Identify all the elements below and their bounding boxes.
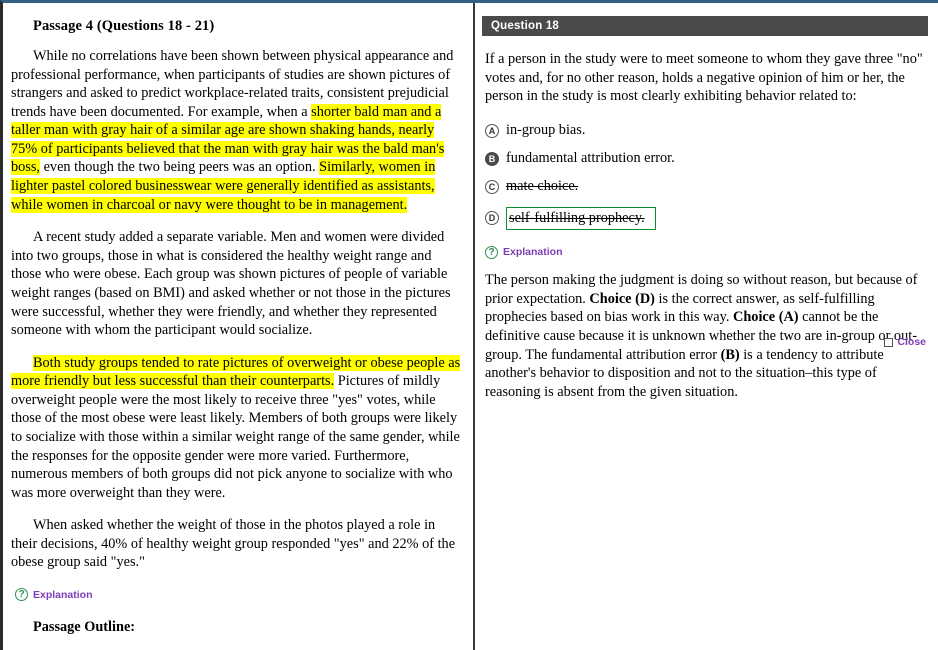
- choice-bubble-icon[interactable]: C: [485, 180, 499, 195]
- explanation-emphasis: Choice (A): [733, 309, 799, 326]
- question-explanation-toggle[interactable]: ? Explanation: [485, 245, 930, 259]
- answer-choice-d[interactable]: Dself-fulfilling prophecy.: [485, 206, 930, 230]
- answer-choice-b[interactable]: Bfundamental attribution error.: [485, 150, 930, 167]
- question-circle-icon: ?: [15, 588, 28, 602]
- choice-bubble-icon[interactable]: D: [485, 211, 499, 226]
- close-checkbox-icon: [884, 337, 894, 347]
- passage-body: While no correlations have been shown be…: [11, 47, 463, 572]
- passage-paragraph: A recent study added a separate variable…: [11, 228, 463, 339]
- answer-choice-a[interactable]: Ain-group bias.: [485, 122, 930, 139]
- passage-explanation-toggle[interactable]: ? Explanation: [15, 588, 463, 602]
- passage-paragraph: Both study groups tended to rate picture…: [11, 354, 463, 503]
- close-button[interactable]: Close: [884, 336, 926, 348]
- choice-bubble-icon[interactable]: B: [485, 151, 499, 166]
- question-pane: Question 18 If a person in the study wer…: [475, 3, 938, 650]
- passage-text: Pictures of mildly overweight people wer…: [11, 373, 460, 501]
- passage-paragraph: When asked whether the weight of those i…: [11, 516, 463, 572]
- question-circle-icon: ?: [485, 245, 498, 259]
- close-label: Close: [897, 336, 926, 348]
- exam-review-window: Passage 4 (Questions 18 - 21) While no c…: [0, 0, 938, 650]
- choice-bubble-icon[interactable]: A: [485, 123, 499, 138]
- question-stem: If a person in the study were to meet so…: [485, 51, 923, 105]
- choice-text[interactable]: mate choice.: [506, 178, 578, 195]
- passage-pane: Passage 4 (Questions 18 - 21) While no c…: [3, 3, 475, 650]
- passage-title: Passage 4 (Questions 18 - 21): [33, 18, 215, 34]
- passage-text: even though the two being peers was an o…: [40, 159, 320, 176]
- passage-explanation-label: Explanation: [33, 588, 93, 601]
- answer-choices: Ain-group bias. Bfundamental attribution …: [485, 122, 930, 230]
- question-explanation-body: The person making the judgment is doing …: [485, 271, 924, 402]
- answer-choice-c[interactable]: Cmate choice.: [485, 178, 930, 195]
- passage-text: When asked whether the weight of those i…: [11, 517, 456, 571]
- question-header: Question 18: [482, 16, 928, 36]
- passage-text: A recent study added a separate variable…: [11, 229, 451, 339]
- passage-outline-heading: Passage Outline:: [33, 619, 136, 636]
- explanation-emphasis: Choice (D): [589, 290, 655, 307]
- choice-text[interactable]: in-group bias.: [506, 122, 585, 139]
- question-explanation-label: Explanation: [503, 246, 563, 259]
- passage-paragraph: While no correlations have been shown be…: [11, 47, 463, 214]
- choice-text[interactable]: self-fulfilling prophecy.: [506, 206, 656, 230]
- explanation-emphasis: (B): [720, 346, 740, 363]
- choice-text[interactable]: fundamental attribution error.: [506, 150, 675, 167]
